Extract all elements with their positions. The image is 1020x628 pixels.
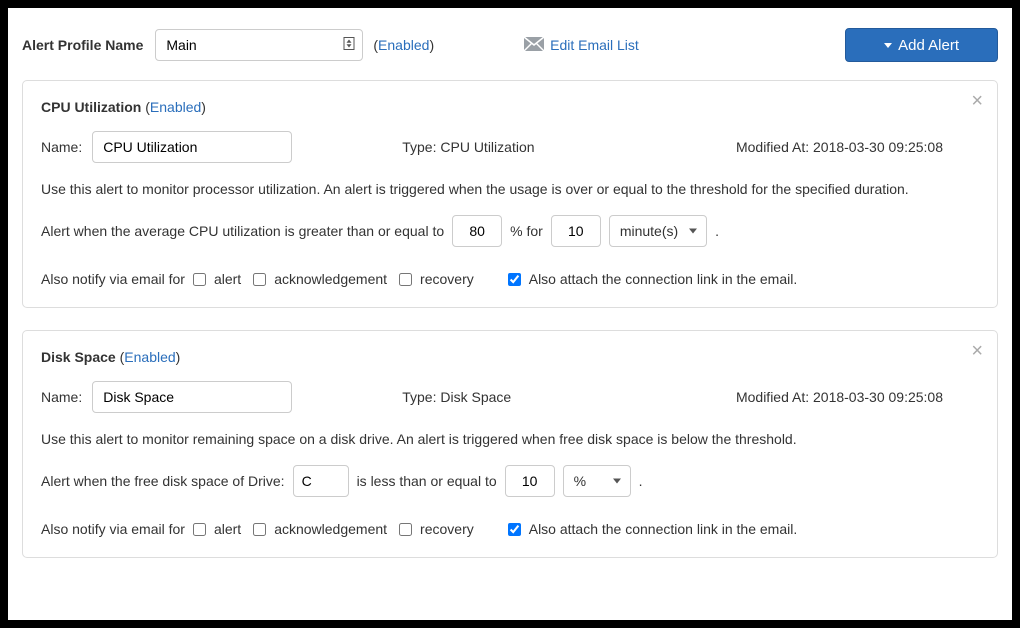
- notify-prefix: Also notify via email for: [41, 271, 185, 287]
- threshold-input[interactable]: [505, 465, 555, 497]
- threshold-unit-select[interactable]: %: [563, 465, 631, 497]
- notify-alert-checkbox[interactable]: [193, 523, 206, 536]
- threshold-unit-value: %: [574, 473, 586, 489]
- profile-name-input[interactable]: [155, 29, 363, 61]
- alert-enabled-link[interactable]: Enabled: [124, 349, 175, 365]
- alert-name-input[interactable]: [92, 381, 292, 413]
- attach-group: Also attach the connection link in the e…: [506, 271, 798, 287]
- close-icon[interactable]: ×: [971, 341, 983, 361]
- notify-ack-label: acknowledgement: [274, 271, 387, 287]
- alert-panel-cpu: × CPU Utilization (Enabled) Name: Type: …: [22, 80, 998, 308]
- meta-row: Name: Type: Disk Space Modified At: 2018…: [41, 381, 979, 413]
- notify-alert-checkbox[interactable]: [193, 273, 206, 286]
- panel-header: CPU Utilization (Enabled): [41, 99, 979, 115]
- name-label: Name:: [41, 389, 82, 405]
- notify-row: Also notify via email for alert acknowle…: [41, 521, 979, 537]
- config-row: Alert when the free disk space of Drive:…: [41, 465, 979, 497]
- notify-ack-checkbox[interactable]: [253, 523, 266, 536]
- notify-prefix: Also notify via email for: [41, 521, 185, 537]
- alert-description: Use this alert to monitor remaining spac…: [41, 431, 979, 447]
- drive-input[interactable]: [293, 465, 349, 497]
- modified-value: 2018-03-30 09:25:08: [813, 139, 943, 155]
- panel-title: CPU Utilization: [41, 99, 141, 115]
- close-icon[interactable]: ×: [971, 91, 983, 111]
- attach-link-checkbox[interactable]: [508, 523, 521, 536]
- edit-email-label: Edit Email List: [550, 37, 639, 53]
- pct-for-text: % for: [510, 223, 543, 239]
- paren-close: ): [429, 37, 434, 53]
- notify-alert-label: alert: [214, 271, 241, 287]
- profile-input-wrap: [155, 29, 363, 61]
- notify-recovery-label: recovery: [420, 521, 474, 537]
- add-alert-label: Add Alert: [898, 37, 959, 54]
- notify-alert-label: alert: [214, 521, 241, 537]
- input-picker-icon[interactable]: [343, 37, 355, 54]
- type-col: Type: CPU Utilization: [402, 139, 534, 155]
- modified-col: Modified At: 2018-03-30 09:25:08: [736, 389, 943, 405]
- type-label: Type:: [402, 139, 436, 155]
- app-frame: Alert Profile Name (Enabled) Edit Email …: [8, 8, 1012, 620]
- caret-down-icon: [884, 43, 892, 48]
- top-bar: Alert Profile Name (Enabled) Edit Email …: [22, 28, 998, 62]
- type-value: Disk Space: [440, 389, 511, 405]
- notify-row: Also notify via email for alert acknowle…: [41, 271, 979, 287]
- add-alert-button[interactable]: Add Alert: [845, 28, 998, 62]
- edit-email-link[interactable]: Edit Email List: [524, 37, 639, 54]
- config-mid: is less than or equal to: [357, 473, 497, 489]
- modified-label: Modified At:: [736, 389, 809, 405]
- duration-unit-select[interactable]: minute(s): [609, 215, 707, 247]
- meta-row: Name: Type: CPU Utilization Modified At:…: [41, 131, 979, 163]
- attach-group: Also attach the connection link in the e…: [506, 521, 798, 537]
- profile-enabled-link[interactable]: Enabled: [378, 37, 429, 53]
- alert-description: Use this alert to monitor processor util…: [41, 181, 979, 197]
- notify-recovery-label: recovery: [420, 271, 474, 287]
- notify-recovery-checkbox[interactable]: [399, 523, 412, 536]
- profile-enabled-wrap: (Enabled): [373, 37, 434, 53]
- threshold-input[interactable]: [452, 215, 502, 247]
- attach-link-label: Also attach the connection link in the e…: [529, 521, 798, 537]
- modified-col: Modified At: 2018-03-30 09:25:08: [736, 139, 943, 155]
- alert-name-input[interactable]: [92, 131, 292, 163]
- config-row: Alert when the average CPU utilization i…: [41, 215, 979, 247]
- notify-ack-checkbox[interactable]: [253, 273, 266, 286]
- panel-header: Disk Space (Enabled): [41, 349, 979, 365]
- config-prefix: Alert when the average CPU utilization i…: [41, 223, 444, 239]
- profile-name-label: Alert Profile Name: [22, 37, 143, 53]
- name-label: Name:: [41, 139, 82, 155]
- panel-title: Disk Space: [41, 349, 116, 365]
- modified-value: 2018-03-30 09:25:08: [813, 389, 943, 405]
- type-col: Type: Disk Space: [402, 389, 511, 405]
- notify-recovery-checkbox[interactable]: [399, 273, 412, 286]
- sentence-period: .: [639, 473, 643, 489]
- type-value: CPU Utilization: [440, 139, 534, 155]
- sentence-period: .: [715, 223, 719, 239]
- duration-unit-value: minute(s): [620, 223, 678, 239]
- chevron-down-icon: [613, 479, 621, 484]
- duration-input[interactable]: [551, 215, 601, 247]
- attach-link-checkbox[interactable]: [508, 273, 521, 286]
- attach-link-label: Also attach the connection link in the e…: [529, 271, 798, 287]
- notify-ack-label: acknowledgement: [274, 521, 387, 537]
- chevron-down-icon: [689, 229, 697, 234]
- type-label: Type:: [402, 389, 436, 405]
- mail-icon: [524, 37, 544, 54]
- config-prefix: Alert when the free disk space of Drive:: [41, 473, 285, 489]
- alert-panel-disk: × Disk Space (Enabled) Name: Type: Disk …: [22, 330, 998, 558]
- modified-label: Modified At:: [736, 139, 809, 155]
- alert-enabled-link[interactable]: Enabled: [150, 99, 201, 115]
